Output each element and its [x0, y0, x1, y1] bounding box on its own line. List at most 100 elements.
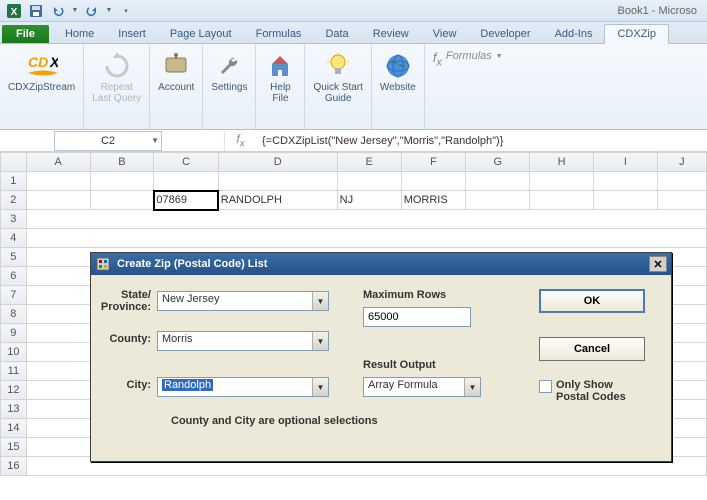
checkbox-box[interactable] — [539, 380, 552, 393]
cancel-button[interactable]: Cancel — [539, 337, 645, 361]
select-all-corner[interactable] — [1, 153, 27, 172]
chevron-down-icon[interactable]: ▼ — [312, 292, 328, 310]
col-header[interactable]: C — [154, 153, 218, 172]
window-title: Book1 - Microso — [618, 5, 703, 17]
row-header[interactable]: 9 — [1, 324, 27, 343]
row-header[interactable]: 11 — [1, 362, 27, 381]
name-box[interactable]: C2 ▼ — [54, 131, 162, 151]
cell[interactable] — [26, 229, 706, 248]
dropdown-value: Randolph — [162, 379, 213, 391]
chevron-down-icon[interactable]: ▼ — [104, 2, 114, 20]
tab-addins[interactable]: Add-Ins — [543, 25, 605, 43]
tab-data[interactable]: Data — [313, 25, 360, 43]
col-header[interactable]: H — [530, 153, 594, 172]
cell[interactable] — [594, 172, 658, 191]
col-header[interactable]: B — [90, 153, 154, 172]
redo-icon[interactable] — [82, 2, 102, 20]
insert-function-icon[interactable]: fx — [224, 131, 256, 151]
cell[interactable] — [657, 191, 706, 210]
chevron-down-icon[interactable]: ▼ — [151, 136, 159, 145]
row-header[interactable]: 10 — [1, 343, 27, 362]
formula-bar[interactable]: {=CDXZipList("New Jersey","Morris","Rand… — [256, 135, 707, 147]
tab-file[interactable]: File — [2, 25, 49, 43]
save-icon[interactable] — [26, 2, 46, 20]
cell[interactable] — [26, 172, 90, 191]
maximum-rows-field[interactable] — [368, 309, 452, 325]
cell[interactable]: MORRIS — [401, 191, 466, 210]
row-header[interactable]: 12 — [1, 381, 27, 400]
row-header[interactable]: 5 — [1, 248, 27, 267]
row-header[interactable]: 6 — [1, 267, 27, 286]
cell[interactable] — [218, 172, 337, 191]
row-header[interactable]: 13 — [1, 400, 27, 419]
quick-access-toolbar: X ▼ ▼ ▾ Book1 - Microso — [0, 0, 707, 22]
cell[interactable]: RANDOLPH — [218, 191, 337, 210]
fx-icon[interactable]: fx — [433, 50, 442, 69]
row-header[interactable]: 4 — [1, 229, 27, 248]
maximum-rows-input[interactable] — [363, 307, 471, 327]
row-header[interactable]: 16 — [1, 457, 27, 476]
cell[interactable] — [154, 172, 218, 191]
cell[interactable] — [26, 191, 90, 210]
col-header[interactable]: G — [466, 153, 530, 172]
col-header[interactable]: F — [401, 153, 466, 172]
cell[interactable]: NJ — [337, 191, 401, 210]
tab-home[interactable]: Home — [53, 25, 106, 43]
excel-icon[interactable]: X — [4, 2, 24, 20]
state-province-dropdown[interactable]: New Jersey ▼ — [157, 291, 329, 311]
row-header[interactable]: 7 — [1, 286, 27, 305]
tab-insert[interactable]: Insert — [106, 25, 158, 43]
row-header[interactable]: 1 — [1, 172, 27, 191]
chevron-down-icon[interactable]: ▼ — [312, 378, 328, 396]
row-header[interactable]: 15 — [1, 438, 27, 457]
county-dropdown[interactable]: Morris ▼ — [157, 331, 329, 351]
col-header[interactable]: E — [337, 153, 401, 172]
tab-formulas[interactable]: Formulas — [244, 25, 314, 43]
website-button[interactable]: Website — [380, 48, 416, 93]
col-header[interactable]: I — [594, 153, 658, 172]
row-header[interactable]: 14 — [1, 419, 27, 438]
cell[interactable] — [530, 191, 594, 210]
chevron-down-icon[interactable]: ▼ — [464, 378, 480, 396]
cell[interactable] — [337, 172, 401, 191]
cell[interactable] — [90, 191, 154, 210]
only-show-postal-codes-checkbox[interactable]: Only ShowPostal Codes — [539, 379, 659, 403]
row-header[interactable]: 3 — [1, 210, 27, 229]
cell[interactable] — [26, 210, 706, 229]
col-header[interactable]: A — [26, 153, 90, 172]
tab-review[interactable]: Review — [361, 25, 421, 43]
cell[interactable] — [401, 172, 466, 191]
chevron-down-icon[interactable]: ▼ — [70, 2, 80, 20]
tab-cdxzip[interactable]: CDXZip — [604, 24, 669, 44]
county-label: County: — [99, 333, 151, 345]
qat-customize-icon[interactable]: ▾ — [116, 2, 136, 20]
col-header[interactable]: J — [657, 153, 706, 172]
undo-icon[interactable] — [48, 2, 68, 20]
cell[interactable] — [657, 172, 706, 191]
cell[interactable] — [594, 191, 658, 210]
cell[interactable] — [466, 172, 530, 191]
cell[interactable] — [90, 172, 154, 191]
cdxzipstream-button[interactable]: CDX CDXZipStream — [8, 48, 75, 93]
close-icon[interactable]: ✕ — [649, 256, 667, 272]
account-button[interactable]: Account — [158, 48, 194, 93]
dialog-titlebar[interactable]: Create Zip (Postal Code) List ✕ — [91, 253, 671, 275]
result-output-dropdown[interactable]: Array Formula ▼ — [363, 377, 481, 397]
row-header[interactable]: 8 — [1, 305, 27, 324]
help-file-button[interactable]: Help File — [264, 48, 296, 104]
settings-button[interactable]: Settings — [211, 48, 247, 93]
cell[interactable] — [466, 191, 530, 210]
row-header[interactable]: 2 — [1, 191, 27, 210]
city-dropdown[interactable]: Randolph ▼ — [157, 377, 329, 397]
tab-developer[interactable]: Developer — [468, 25, 542, 43]
chevron-down-icon[interactable]: ▼ — [496, 53, 503, 60]
col-header[interactable]: D — [218, 153, 337, 172]
quick-start-guide-button[interactable]: Quick Start Guide — [313, 48, 362, 104]
tab-pagelayout[interactable]: Page Layout — [158, 25, 244, 43]
cell-selected[interactable]: 07869 — [154, 191, 218, 210]
tab-view[interactable]: View — [421, 25, 469, 43]
repeat-last-query-button[interactable]: Repeat Last Query — [92, 48, 141, 104]
chevron-down-icon[interactable]: ▼ — [312, 332, 328, 350]
ok-button[interactable]: OK — [539, 289, 645, 313]
cell[interactable] — [530, 172, 594, 191]
